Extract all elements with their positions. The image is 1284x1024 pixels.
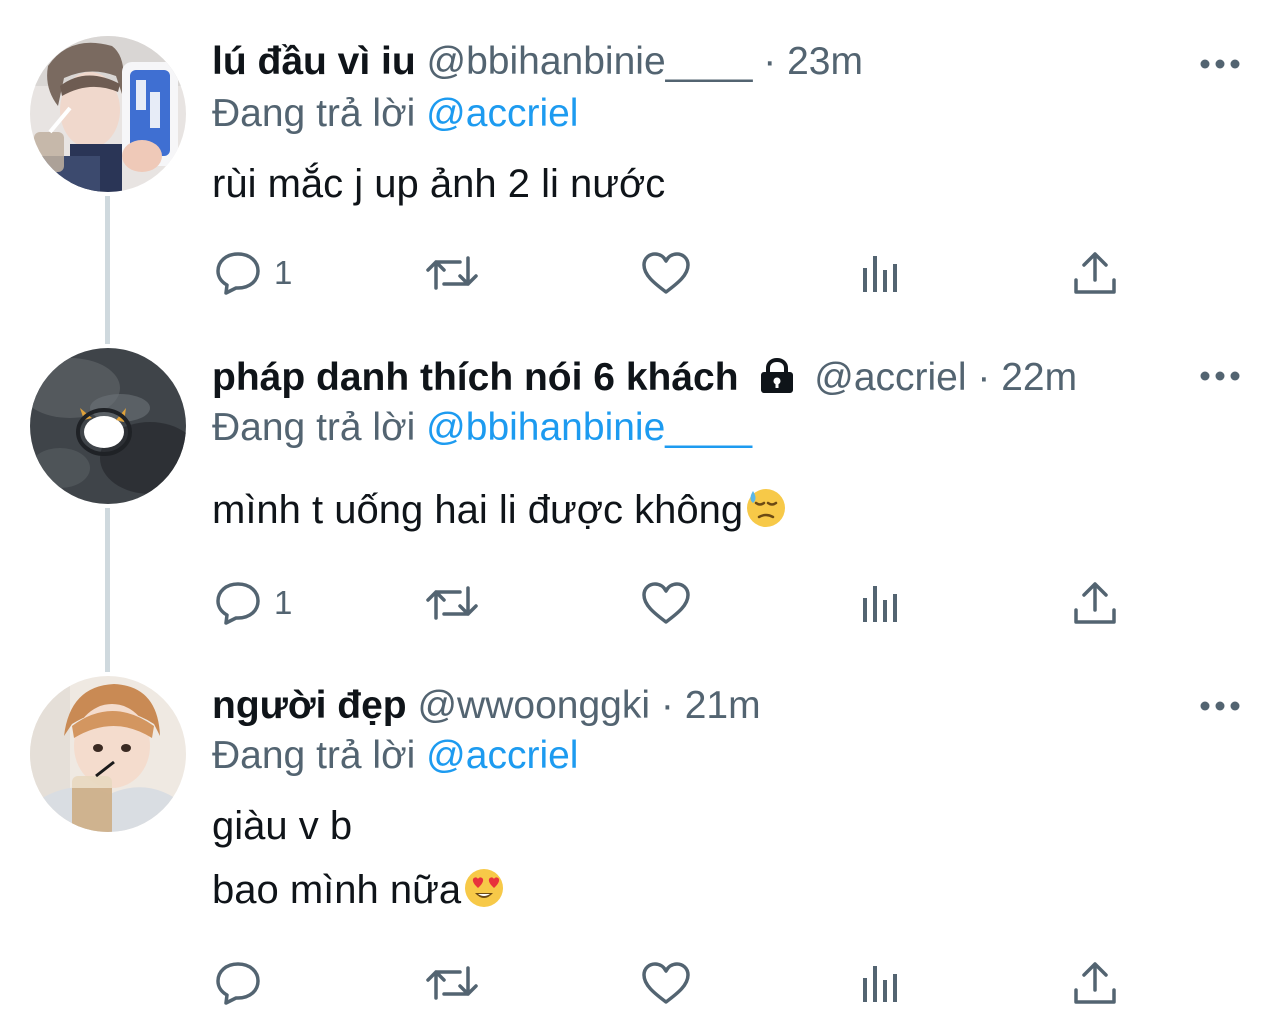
display-name[interactable]: pháp danh thích nói 6 khách [212, 356, 739, 399]
separator: · [763, 40, 777, 83]
reply-context: Đang trả lời @accriel [212, 90, 578, 138]
share-button[interactable] [1072, 250, 1118, 296]
share-icon [1074, 962, 1116, 1004]
more-icon [1200, 701, 1240, 711]
reply-button[interactable] [214, 960, 274, 1006]
avatar[interactable] [30, 676, 186, 832]
like-icon [642, 252, 690, 294]
like-button[interactable] [640, 580, 692, 626]
mention-link[interactable]: @bbihanbinie____ [426, 406, 752, 449]
thread-line [105, 196, 110, 344]
like-button[interactable] [640, 250, 692, 296]
avatar-photo [30, 348, 186, 504]
share-icon [1074, 252, 1116, 294]
avatar-photo [30, 676, 186, 832]
share-button[interactable] [1072, 960, 1118, 1006]
retweet-icon [426, 586, 478, 620]
separator: · [977, 356, 991, 399]
tweet-text-line: giàu v b [212, 804, 353, 848]
avatar[interactable] [30, 348, 186, 504]
views-button[interactable] [860, 962, 904, 1004]
tweet-text: bao mình nữa [212, 866, 505, 920]
avatar[interactable] [30, 36, 186, 192]
downcast-face-with-sweat-emoji [745, 487, 787, 540]
tweet-text-line: rùi mắc j up ảnh 2 li nước [212, 162, 666, 206]
retweet-icon [426, 256, 478, 290]
tweet-header: lú đầu vì iu @bbihanbinie____ · 23m [212, 38, 863, 86]
reply-context: Đang trả lời @accriel [212, 732, 578, 780]
views-icon [863, 966, 897, 1002]
reply-prefix: Đang trả lời [212, 92, 416, 135]
mention-link[interactable]: @accriel [426, 734, 578, 777]
display-name[interactable]: người đẹp [212, 684, 407, 727]
like-icon [642, 582, 690, 624]
tweet-text: giàu v b [212, 802, 352, 850]
tweet-text: mình t uống hai li được không [212, 486, 787, 540]
more-options-button[interactable] [1196, 52, 1244, 76]
views-button[interactable] [860, 252, 904, 294]
avatar-photo [30, 36, 186, 192]
reply-icon [216, 582, 260, 625]
share-button[interactable] [1072, 580, 1118, 626]
tweet-text-line: bao mình nữa [212, 868, 462, 912]
thread-line [105, 508, 110, 672]
handle[interactable]: @accriel [814, 356, 966, 399]
reply-count: 1 [274, 584, 293, 621]
handle[interactable]: @wwoonggki [417, 684, 650, 727]
retweet-button[interactable] [424, 960, 480, 1006]
reply-icon [216, 962, 260, 1005]
reply-count: 1 [274, 254, 293, 291]
like-icon [642, 962, 690, 1004]
heart-eyes-emoji [463, 867, 505, 920]
retweet-button[interactable] [424, 250, 480, 296]
views-icon [863, 586, 897, 622]
reply-button[interactable]: 1 [214, 250, 292, 296]
reply-prefix: Đang trả lời [212, 406, 416, 449]
reply-context: Đang trả lời @bbihanbinie____ [212, 404, 752, 452]
handle[interactable]: @bbihanbinie____ [427, 40, 753, 83]
display-name[interactable]: lú đầu vì iu [212, 40, 416, 83]
reply-button[interactable]: 1 [214, 580, 292, 626]
timestamp[interactable]: 23m [787, 40, 863, 83]
tweet-header: người đẹp @wwoonggki · 21m [212, 682, 761, 730]
more-icon [1200, 371, 1240, 381]
separator: · [660, 684, 674, 727]
views-button[interactable] [860, 582, 904, 624]
more-icon [1200, 59, 1240, 69]
like-button[interactable] [640, 960, 692, 1006]
views-icon [863, 256, 897, 292]
retweet-icon [426, 966, 478, 1000]
reply-prefix: Đang trả lời [212, 734, 416, 777]
more-options-button[interactable] [1196, 364, 1244, 388]
more-options-button[interactable] [1196, 694, 1244, 718]
reply-icon [216, 252, 260, 295]
mention-link[interactable]: @accriel [426, 92, 578, 135]
tweet-text: rùi mắc j up ảnh 2 li nước [212, 160, 665, 208]
timestamp[interactable]: 22m [1001, 356, 1077, 399]
tweet-header: pháp danh thích nói 6 khách @accriel · 2… [212, 354, 1077, 406]
lock-icon [757, 357, 797, 406]
retweet-button[interactable] [424, 580, 480, 626]
timestamp[interactable]: 21m [685, 684, 761, 727]
share-icon [1074, 582, 1116, 624]
tweet-text-line: mình t uống hai li được không [212, 488, 744, 532]
